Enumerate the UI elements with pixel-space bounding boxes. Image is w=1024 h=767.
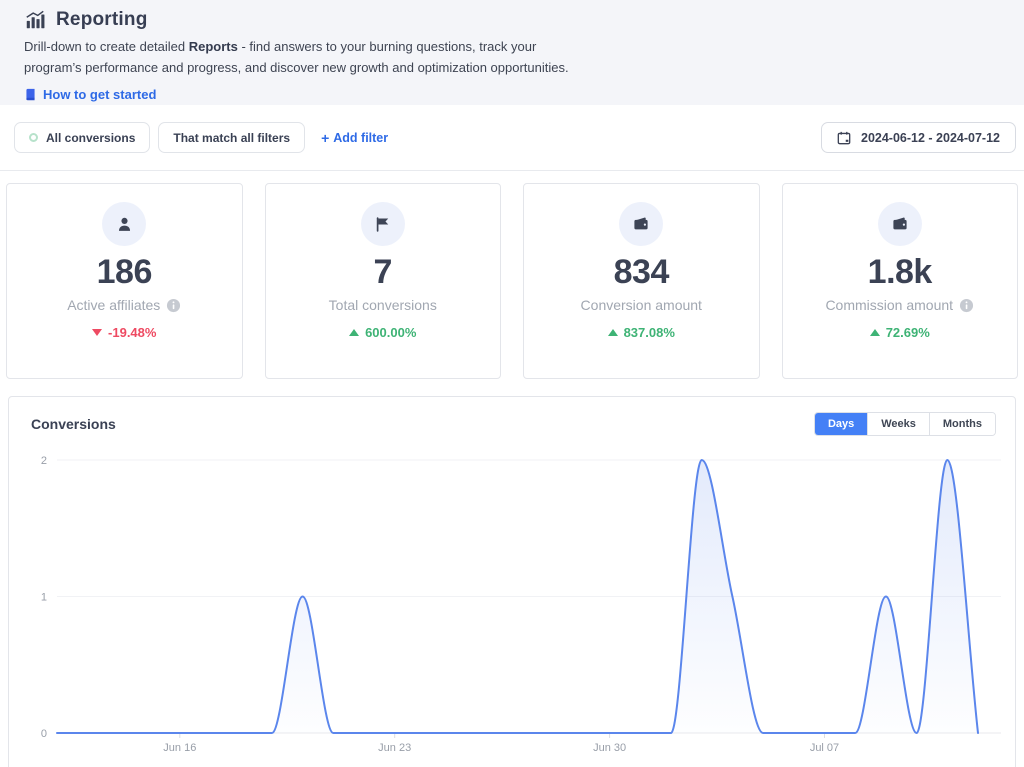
stat-delta: -19.48% xyxy=(7,325,242,340)
stat-value: 7 xyxy=(266,253,501,292)
stat-label: Commission amount xyxy=(783,297,1018,313)
x-axis-label: Jul 07 xyxy=(810,742,839,754)
info-icon[interactable] xyxy=(166,298,181,313)
how-to-get-started-link[interactable]: How to get started xyxy=(24,87,156,102)
arrow-up-icon xyxy=(608,329,618,336)
user-icon xyxy=(116,216,133,233)
match-filter-button[interactable]: That match all filters xyxy=(158,122,305,153)
flag-icon xyxy=(374,216,391,233)
stat-delta: 837.08% xyxy=(524,325,759,340)
stat-card-conversion-amount: 834 Conversion amount 837.08% xyxy=(523,183,760,379)
arrow-down-icon xyxy=(92,329,102,336)
arrow-up-icon xyxy=(349,329,359,336)
wallet-icon xyxy=(891,215,909,233)
stat-label: Total conversions xyxy=(266,297,501,313)
page-title: Reporting xyxy=(56,9,148,31)
conversions-panel: 012Jun 16Jun 23Jun 30Jul 07 Conversions … xyxy=(8,396,1016,767)
stat-label: Conversion amount xyxy=(524,297,759,313)
stat-value: 186 xyxy=(7,253,242,292)
calendar-icon xyxy=(837,131,851,145)
reporting-chart-icon xyxy=(24,9,46,31)
y-axis-label: 1 xyxy=(41,592,47,604)
info-icon[interactable] xyxy=(959,298,974,313)
y-axis-label: 2 xyxy=(41,455,47,467)
status-circle-icon xyxy=(29,133,38,142)
stat-value: 1.8k xyxy=(783,253,1018,292)
plus-icon: + xyxy=(321,130,329,146)
filter-bar: All conversions That match all filters +… xyxy=(0,105,1024,153)
arrow-up-icon xyxy=(870,329,880,336)
x-axis-label: Jun 16 xyxy=(163,742,196,754)
stat-delta: 600.00% xyxy=(266,325,501,340)
stat-label: Active affiliates xyxy=(7,297,242,313)
conversions-chart: 0 1 2 Jun 16 Jun 23 Jun 30 Jul 07 xyxy=(9,397,1015,767)
y-axis-label: 0 xyxy=(41,728,47,740)
x-axis-label: Jun 30 xyxy=(593,742,626,754)
stats-row: 186 Active affiliates -19.48% 7 Total co… xyxy=(0,171,1024,379)
wallet-icon xyxy=(632,215,650,233)
x-axis-label: Jun 23 xyxy=(378,742,411,754)
book-icon xyxy=(24,88,37,101)
page-header: Reporting Drill-down to create detailed … xyxy=(0,0,1024,105)
stat-card-commission-amount: 1.8k Commission amount 72.69% xyxy=(782,183,1019,379)
scope-filter-button[interactable]: All conversions xyxy=(14,122,150,153)
add-filter-button[interactable]: + Add filter xyxy=(321,130,388,146)
stat-delta: 72.69% xyxy=(783,325,1018,340)
stat-card-total-conversions: 7 Total conversions 600.00% xyxy=(265,183,502,379)
date-range-picker[interactable]: 2024-06-12 - 2024-07-12 xyxy=(821,122,1016,153)
page-description: Drill-down to create detailed Reports - … xyxy=(24,36,576,78)
date-range-value: 2024-06-12 - 2024-07-12 xyxy=(861,131,1000,145)
stat-card-active-affiliates: 186 Active affiliates -19.48% xyxy=(6,183,243,379)
stat-value: 834 xyxy=(524,253,759,292)
